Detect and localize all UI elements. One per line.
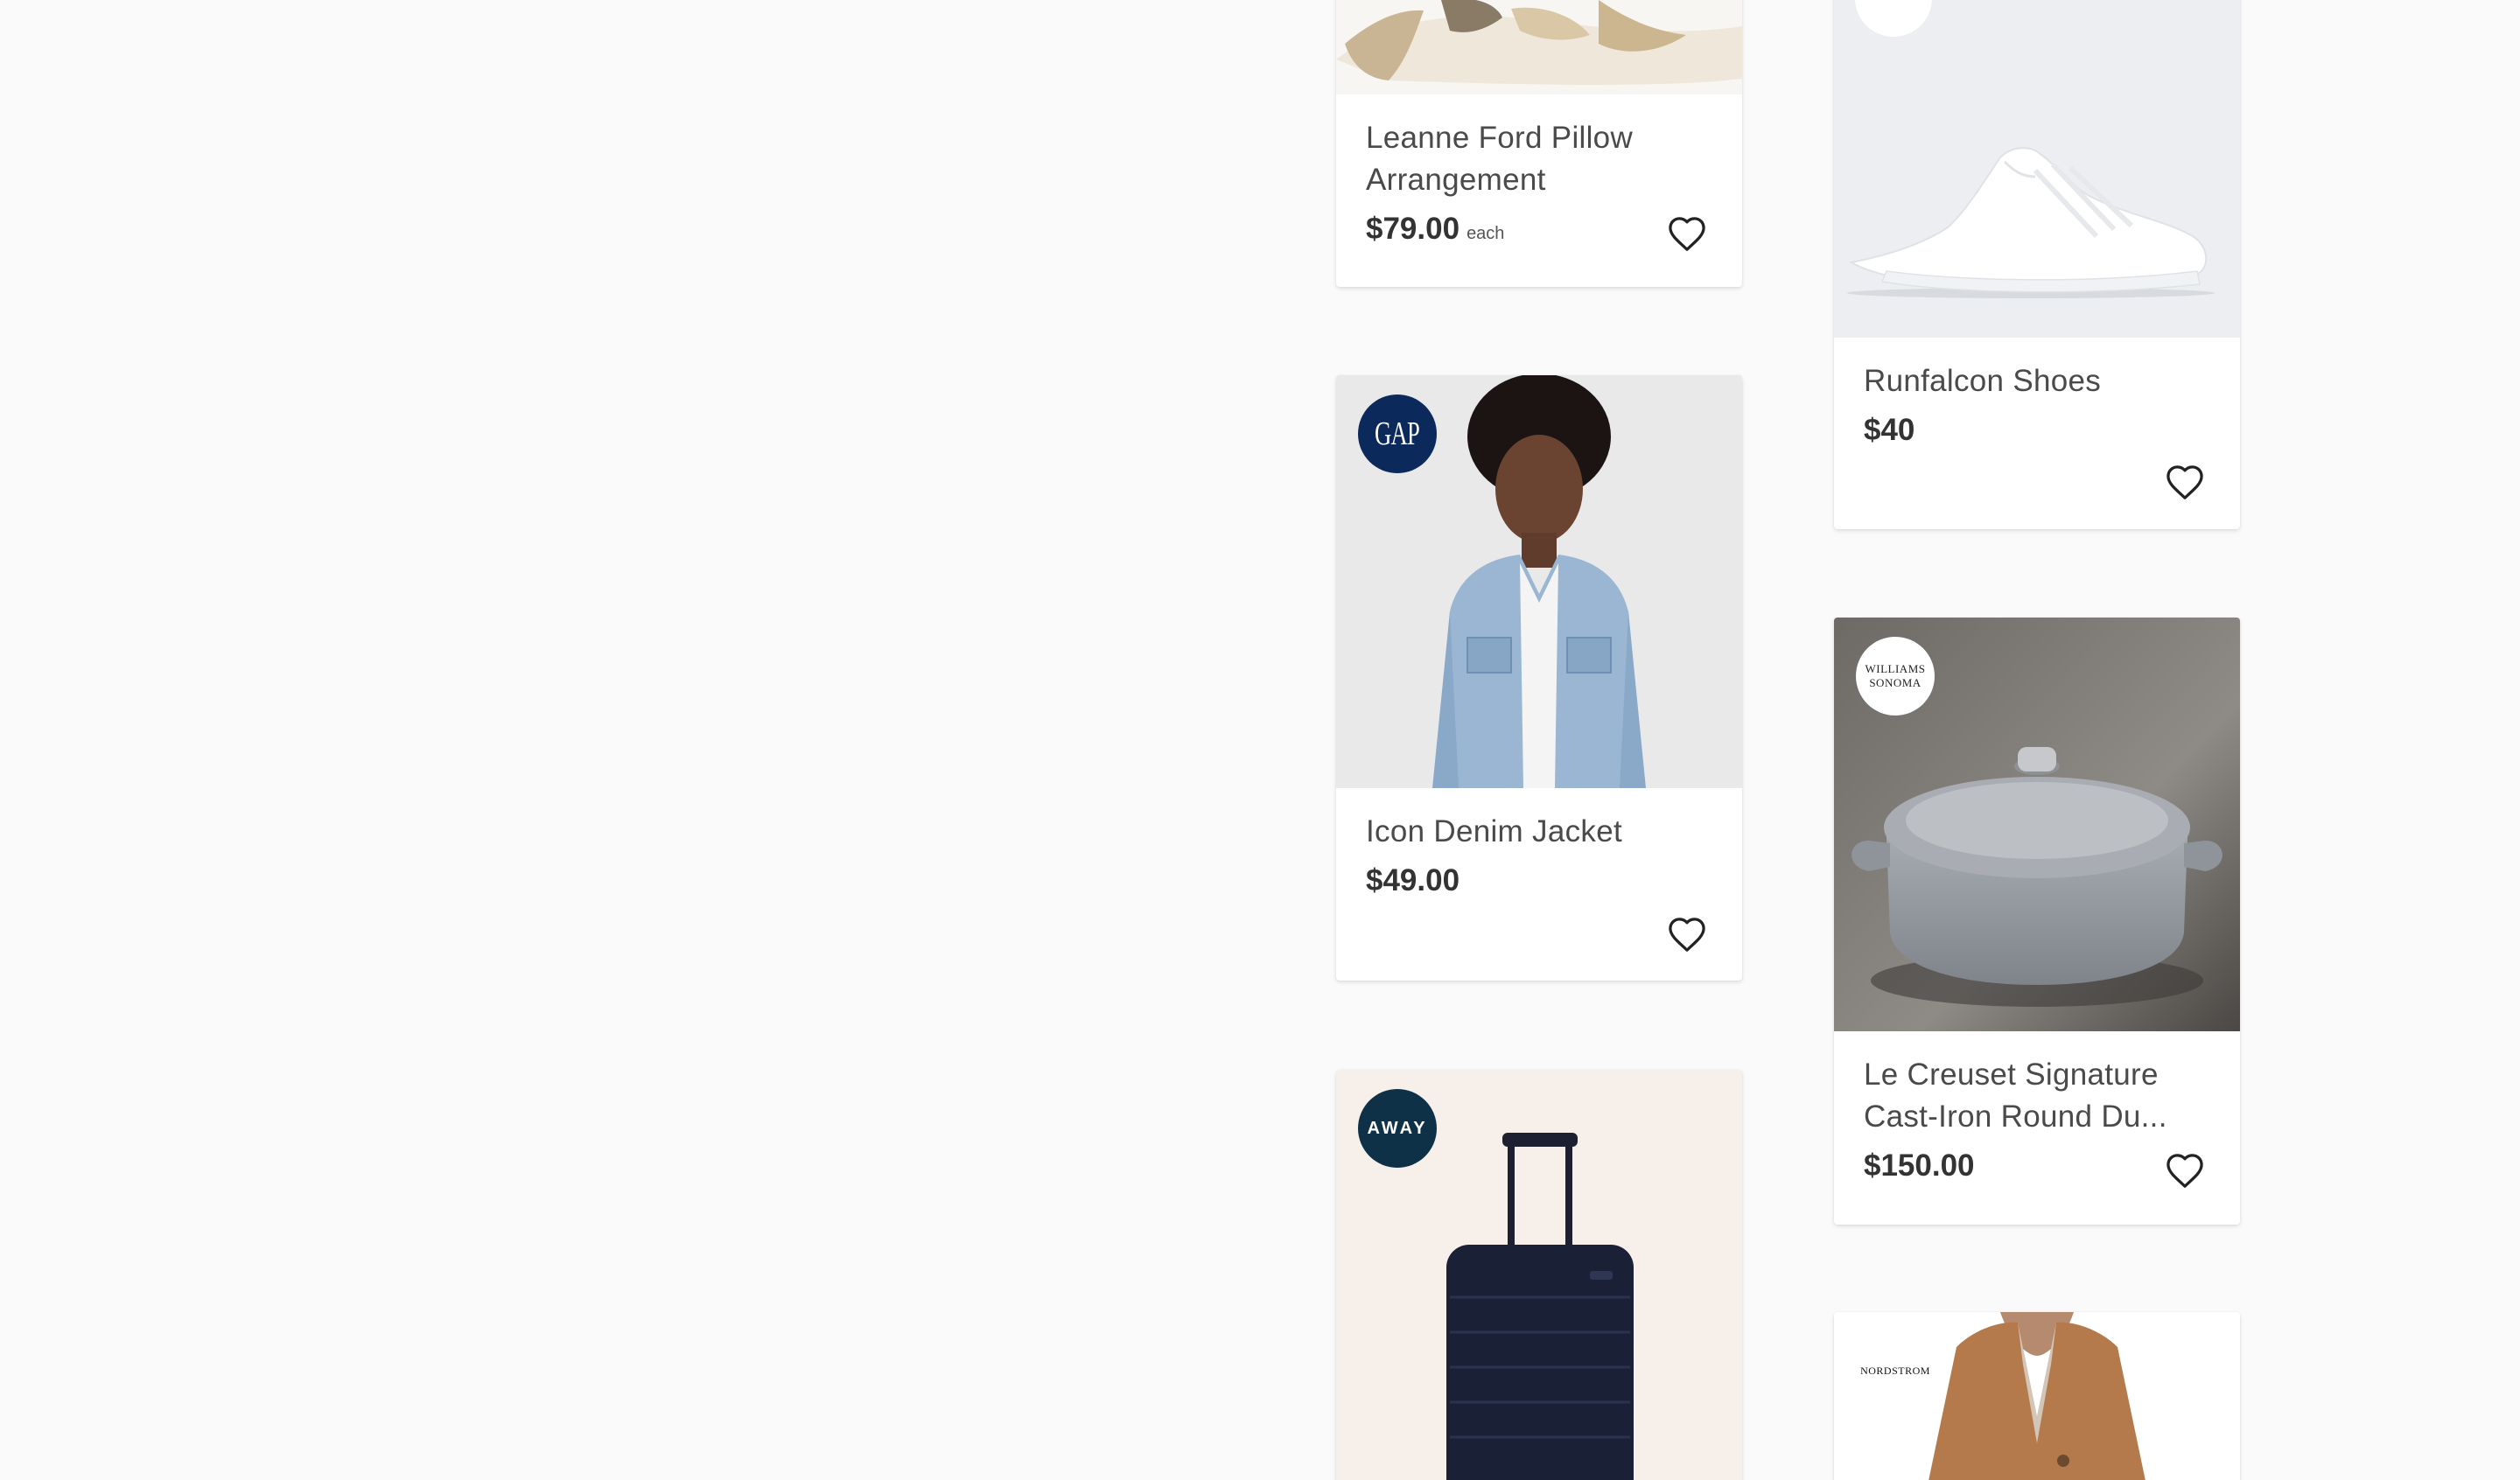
product-card-shoes[interactable]: Runfalcon Shoes $40 — [1834, 0, 2240, 529]
heart-outline-icon[interactable] — [1667, 916, 1707, 953]
product-card-denim-jacket[interactable]: GAP Icon Denim Jacket $49.00 — [1336, 375, 1742, 981]
product-feed-page: Leanne Ford Pillow Arrangement $79.00 ea… — [0, 0, 2520, 1480]
brand-logo-text: NORDSTROM — [1860, 1364, 1930, 1377]
brand-logo-text: AWAY — [1367, 1118, 1428, 1138]
heart-icon-graphic — [2166, 465, 2203, 499]
brand-badge-williams-sonoma[interactable]: WILLIAMS SONOMA — [1856, 637, 1935, 716]
product-price: $150.00 — [1864, 1148, 1975, 1183]
heart-icon-graphic — [1669, 217, 1705, 251]
shoe-photo — [1834, 0, 2240, 338]
brand-badge-nordstrom[interactable]: NORDSTROM — [1856, 1331, 1935, 1410]
heart-icon-graphic — [1669, 918, 1705, 952]
price-row: $40 — [1864, 413, 2210, 448]
product-image-away-suitcase[interactable]: AWAY — [1336, 1070, 1742, 1480]
brand-badge-away[interactable]: AWAY — [1358, 1089, 1437, 1168]
pillow-photo — [1336, 0, 1742, 94]
heart-outline-icon[interactable] — [2165, 1152, 2205, 1189]
price-row: $150.00 — [1864, 1148, 2210, 1183]
heart-icon-graphic — [2166, 1154, 2203, 1188]
product-card-nordstrom-coat[interactable]: NORDSTROM — [1834, 1312, 2240, 1480]
product-price: $79.00 — [1366, 212, 1460, 246]
brand-logo-line1: WILLIAMS — [1865, 662, 1926, 675]
product-title[interactable]: Runfalcon Shoes — [1864, 360, 2210, 402]
product-image-denim-jacket[interactable]: GAP — [1336, 375, 1742, 788]
product-image-le-creuset[interactable]: WILLIAMS SONOMA — [1834, 618, 2240, 1031]
price-row: $79.00 each — [1366, 212, 1712, 247]
product-title[interactable]: Le Creuset Signature Cast-Iron Round Du.… — [1864, 1054, 2179, 1138]
product-title[interactable]: Icon Denim Jacket — [1366, 811, 1712, 853]
brand-badge-gap[interactable]: GAP — [1358, 394, 1437, 473]
product-info-shoes: Runfalcon Shoes $40 — [1834, 338, 2240, 499]
price-unit: each — [1466, 224, 1505, 243]
brand-logo-text: GAP — [1375, 415, 1420, 452]
product-price: $49.00 — [1366, 863, 1460, 897]
product-image-pillow[interactable] — [1336, 0, 1742, 94]
product-card-pillow[interactable]: Leanne Ford Pillow Arrangement $79.00 ea… — [1336, 0, 1742, 287]
product-info-denim-jacket: Icon Denim Jacket $49.00 — [1336, 788, 1742, 952]
product-price: $40 — [1864, 413, 1915, 447]
product-info-pillow: Leanne Ford Pillow Arrangement $79.00 ea… — [1336, 94, 1742, 251]
price-row: $49.00 — [1366, 863, 1712, 898]
heart-outline-icon[interactable] — [1667, 215, 1707, 252]
product-info-le-creuset: Le Creuset Signature Cast-Iron Round Du.… — [1834, 1031, 2240, 1188]
heart-outline-icon[interactable] — [2165, 464, 2205, 500]
brand-logo-line2: SONOMA — [1869, 676, 1922, 689]
product-card-away-suitcase[interactable]: AWAY — [1336, 1070, 1742, 1480]
product-card-le-creuset[interactable]: WILLIAMS SONOMA Le Creuset Signature Cas… — [1834, 618, 2240, 1225]
product-title[interactable]: Leanne Ford Pillow Arrangement — [1366, 117, 1712, 201]
product-image-nordstrom-coat[interactable]: NORDSTROM — [1834, 1312, 2240, 1480]
product-image-shoes[interactable] — [1834, 0, 2240, 338]
